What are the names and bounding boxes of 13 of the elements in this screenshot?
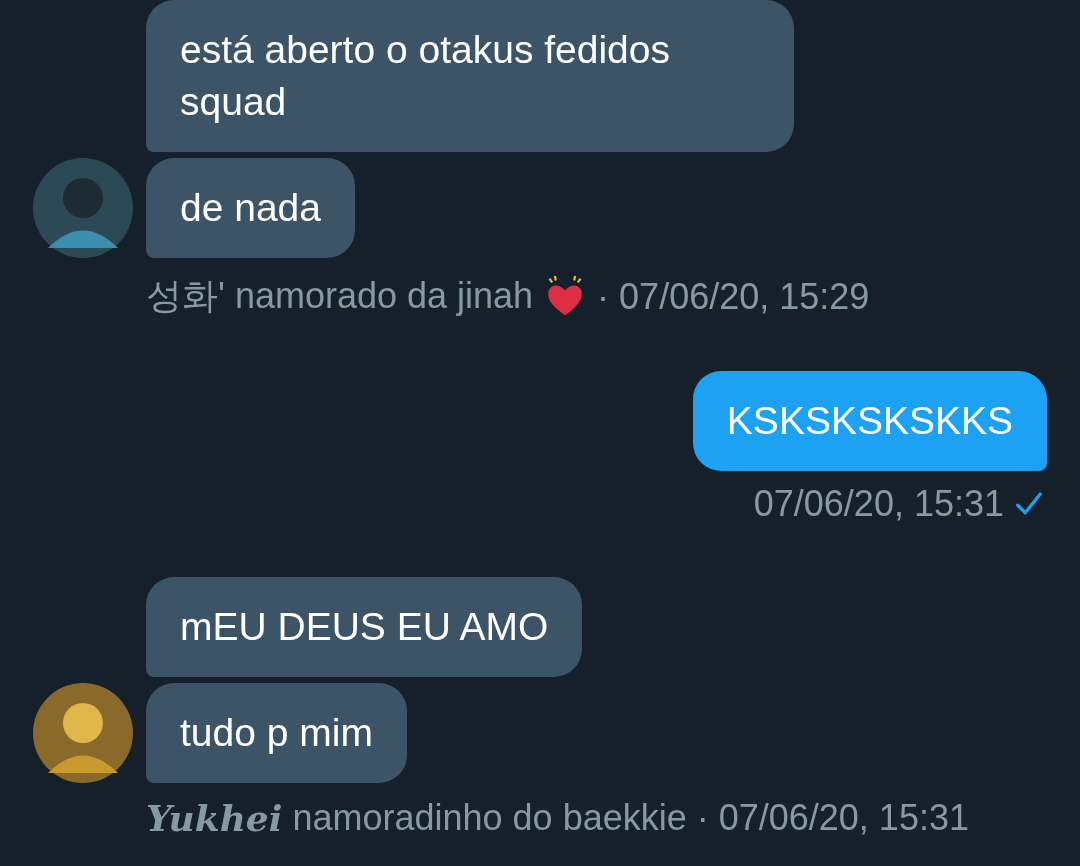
message-time: · 07/06/20, 15:31 <box>696 797 969 839</box>
message-time: · 07/06/20, 15:29 <box>597 275 870 318</box>
avatar[interactable] <box>33 158 133 258</box>
avatar[interactable] <box>33 683 133 783</box>
message-bubble: mEU DEUS EU AMO <box>146 577 583 677</box>
message-bubble: de nada <box>146 158 355 258</box>
sender-nickname: 성화' namorado da jinah <box>146 274 534 318</box>
message-bubble: KSKSKSKSKKS <box>692 371 1047 471</box>
sender-nickname: namoradinho do baekkie <box>292 797 687 839</box>
message-bubble: tudo p mim <box>146 683 407 783</box>
sender-name: Yukhei <box>146 797 283 839</box>
message-bubble: está aberto o otakus fedidos squad <box>146 0 794 152</box>
message-time: 07/06/20, 15:31 <box>753 483 1004 525</box>
